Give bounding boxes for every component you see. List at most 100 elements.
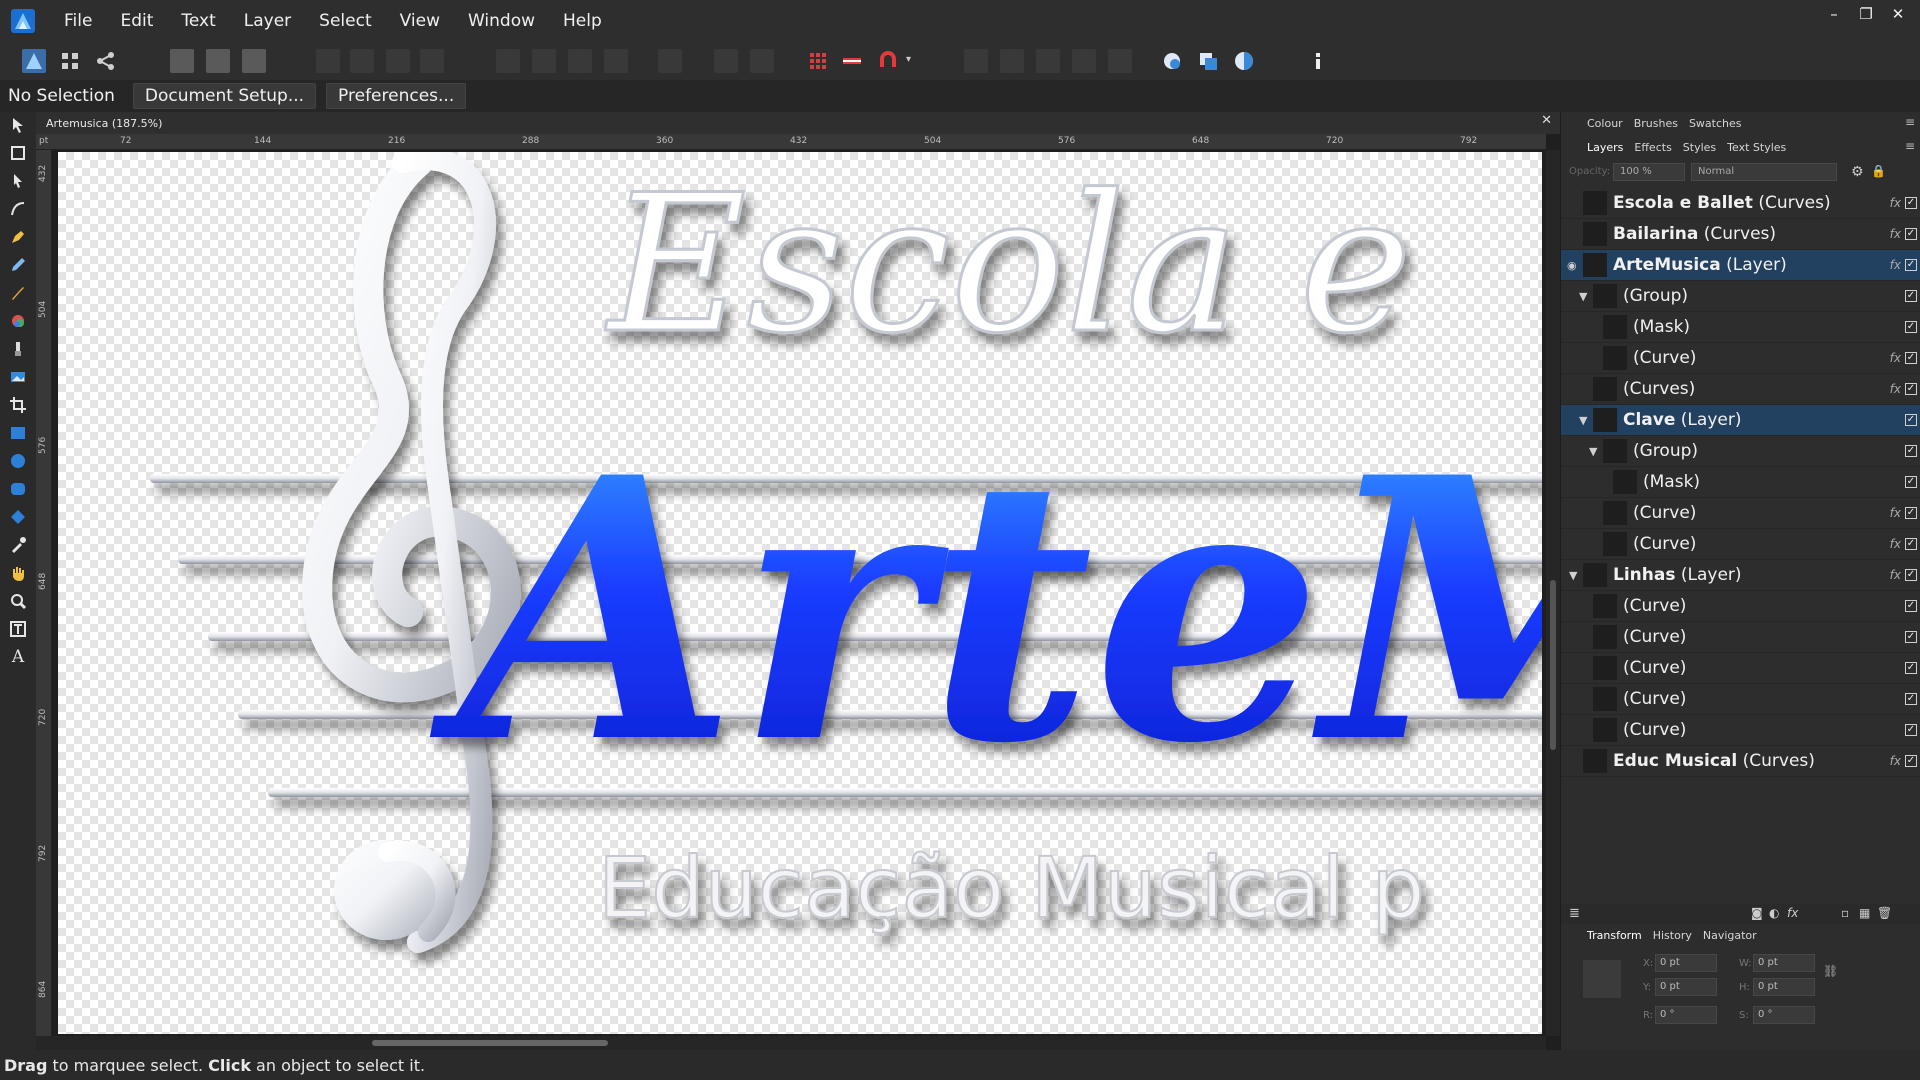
shape-tool-icon[interactable] — [9, 508, 27, 526]
panel-menu-icon[interactable]: ≡ — [1905, 115, 1915, 129]
rectangle-tool-icon[interactable] — [9, 424, 27, 442]
tab-text-styles[interactable]: Text Styles — [1727, 141, 1786, 154]
layer-visibility-checkbox[interactable]: ✓ — [1905, 724, 1917, 736]
layer-settings-gear-icon[interactable]: ⚙ — [1851, 164, 1864, 180]
add-pixel-layer-icon[interactable]: ▦ — [1859, 906, 1870, 920]
menu-select[interactable]: Select — [305, 0, 385, 42]
fx-layer-icon[interactable]: fx — [1787, 906, 1798, 920]
snap-extents-icon[interactable] — [206, 49, 230, 73]
vertical-scrollbar[interactable] — [1546, 150, 1560, 1036]
assistant-icon[interactable] — [1306, 49, 1330, 73]
layer-fx-icon[interactable]: fx — [1890, 537, 1901, 551]
grid-icon[interactable] — [806, 49, 830, 73]
document-tab[interactable]: Artemusica (187.5%) ✕ — [36, 112, 1560, 134]
flip-vertical-icon[interactable] — [532, 49, 556, 73]
layer-visibility-checkbox[interactable]: ✓ — [1905, 228, 1917, 240]
layer-row[interactable]: Educ Musical (Curves) fx ✓ — [1561, 746, 1920, 777]
layer-row[interactable]: ◉ ArteMusica (Layer) fx ✓ — [1561, 250, 1920, 281]
fill-tool-icon[interactable] — [9, 312, 27, 330]
tab-styles[interactable]: Styles — [1683, 141, 1716, 154]
menu-help[interactable]: Help — [549, 0, 616, 42]
artboard-tool-icon[interactable] — [9, 144, 27, 162]
layer-row[interactable]: (Curve) ✓ — [1561, 684, 1920, 715]
layer-row[interactable]: Escola e Ballet (Curves) fx ✓ — [1561, 188, 1920, 219]
export-persona-icon[interactable] — [94, 49, 118, 73]
y-field[interactable]: 0 pt — [1655, 978, 1717, 996]
layer-row[interactable]: (Curve) ✓ — [1561, 715, 1920, 746]
snap-bounds-icon[interactable] — [170, 49, 194, 73]
menu-layer[interactable]: Layer — [230, 0, 305, 42]
layer-visibility-checkbox[interactable]: ✓ — [1905, 600, 1917, 612]
layer-expand-chevron-icon[interactable]: ▼ — [1569, 569, 1577, 582]
adjustment-layer-icon[interactable]: ◐ — [1769, 906, 1779, 920]
menu-text[interactable]: Text — [167, 0, 229, 42]
delete-layer-icon[interactable]: 🗑 — [1877, 906, 1892, 920]
horizontal-scroll-thumb[interactable] — [372, 1040, 608, 1046]
layer-row[interactable]: ▼ Clave (Layer) ✓ — [1561, 405, 1920, 436]
layer-visibility-checkbox[interactable]: ✓ — [1905, 259, 1917, 271]
layer-visibility-checkbox[interactable]: ✓ — [1905, 631, 1917, 643]
layer-fx-icon[interactable]: fx — [1890, 227, 1901, 241]
layer-fx-icon[interactable]: fx — [1890, 754, 1901, 768]
tab-brushes[interactable]: Brushes — [1634, 117, 1678, 130]
layer-fx-icon[interactable]: fx — [1890, 258, 1901, 272]
lock-icon[interactable]: 🔒 — [1871, 164, 1886, 178]
layer-visibility-checkbox[interactable]: ✓ — [1905, 352, 1917, 364]
layer-visibility-checkbox[interactable]: ✓ — [1905, 693, 1917, 705]
hand-tool-icon[interactable] — [9, 564, 27, 582]
vector-brush-tool-icon[interactable] — [9, 284, 27, 302]
layers-panel-menu-icon[interactable]: ≡ — [1905, 139, 1915, 153]
boolean-subtract-icon[interactable] — [1000, 49, 1024, 73]
tab-navigator[interactable]: Navigator — [1703, 929, 1757, 942]
close-window-icon[interactable]: ✕ — [1882, 0, 1914, 30]
minimize-icon[interactable]: – — [1818, 0, 1850, 30]
layer-visibility-eye-icon[interactable]: ◉ — [1567, 259, 1577, 272]
menu-window[interactable]: Window — [454, 0, 549, 42]
tab-effects[interactable]: Effects — [1634, 141, 1671, 154]
layer-visibility-checkbox[interactable]: ✓ — [1905, 476, 1917, 488]
layer-row[interactable]: (Curve) fx ✓ — [1561, 529, 1920, 560]
layer-row[interactable]: (Mask) ✓ — [1561, 467, 1920, 498]
anchor-point-selector[interactable] — [1583, 960, 1621, 998]
horizontal-ruler[interactable]: pt 72 144 216 288 360 432 504 576 648 720 792 — [36, 134, 1546, 150]
boolean-xor-icon[interactable] — [1072, 49, 1096, 73]
node-tool-icon[interactable] — [9, 172, 27, 190]
layer-fx-icon[interactable]: fx — [1890, 568, 1901, 582]
vertical-scroll-thumb[interactable] — [1550, 580, 1556, 750]
x-field[interactable]: 0 pt — [1655, 954, 1717, 972]
designer-persona-icon[interactable] — [22, 49, 46, 73]
layers-stack-icon[interactable]: ≣ — [1569, 906, 1580, 921]
layer-visibility-checkbox[interactable]: ✓ — [1905, 197, 1917, 209]
rounded-rectangle-tool-icon[interactable] — [9, 480, 27, 498]
restore-icon[interactable]: ❐ — [1850, 0, 1882, 30]
layer-visibility-checkbox[interactable]: ✓ — [1905, 755, 1917, 767]
layer-row[interactable]: (Curve) fx ✓ — [1561, 498, 1920, 529]
layer-row[interactable]: ▼ (Group) ✓ — [1561, 281, 1920, 312]
layer-visibility-checkbox[interactable]: ✓ — [1905, 538, 1917, 550]
design-canvas[interactable]: Escola e ArteM Educação Musical p — [58, 152, 1542, 1034]
boolean-divide-icon[interactable] — [1108, 49, 1132, 73]
blend-mode-select[interactable]: Normal — [1691, 163, 1837, 181]
flip-horizontal-icon[interactable] — [496, 49, 520, 73]
tab-colour[interactable]: Colour — [1587, 117, 1623, 130]
insert-top-icon[interactable] — [1232, 49, 1256, 73]
layer-visibility-checkbox[interactable]: ✓ — [1905, 445, 1917, 457]
layer-row[interactable]: (Mask) ✓ — [1561, 312, 1920, 343]
tab-layers[interactable]: Layers — [1587, 141, 1623, 154]
place-image-tool-icon[interactable] — [9, 368, 27, 386]
point-transform-tool-icon[interactable] — [9, 200, 27, 218]
layer-expand-chevron-icon[interactable]: ▼ — [1579, 290, 1587, 303]
document-setup-button[interactable]: Document Setup... — [132, 83, 317, 109]
vertical-ruler[interactable]: 432 504 576 648 720 792 864 — [36, 150, 52, 1036]
layer-expand-chevron-icon[interactable]: ▼ — [1589, 445, 1597, 458]
layer-visibility-checkbox[interactable]: ✓ — [1905, 662, 1917, 674]
mask-layer-icon[interactable]: ◙ — [1751, 906, 1763, 920]
snapping-dropdown-icon[interactable]: ▾ — [906, 54, 911, 65]
layer-visibility-checkbox[interactable]: ✓ — [1905, 290, 1917, 302]
rotate-right-icon[interactable] — [604, 49, 628, 73]
layer-fx-icon[interactable]: fx — [1890, 506, 1901, 520]
tab-transform[interactable]: Transform — [1587, 929, 1642, 942]
layer-fx-icon[interactable]: fx — [1890, 196, 1901, 210]
width-field[interactable]: 0 pt — [1753, 954, 1815, 972]
distribute-horizontal-icon[interactable] — [714, 49, 738, 73]
